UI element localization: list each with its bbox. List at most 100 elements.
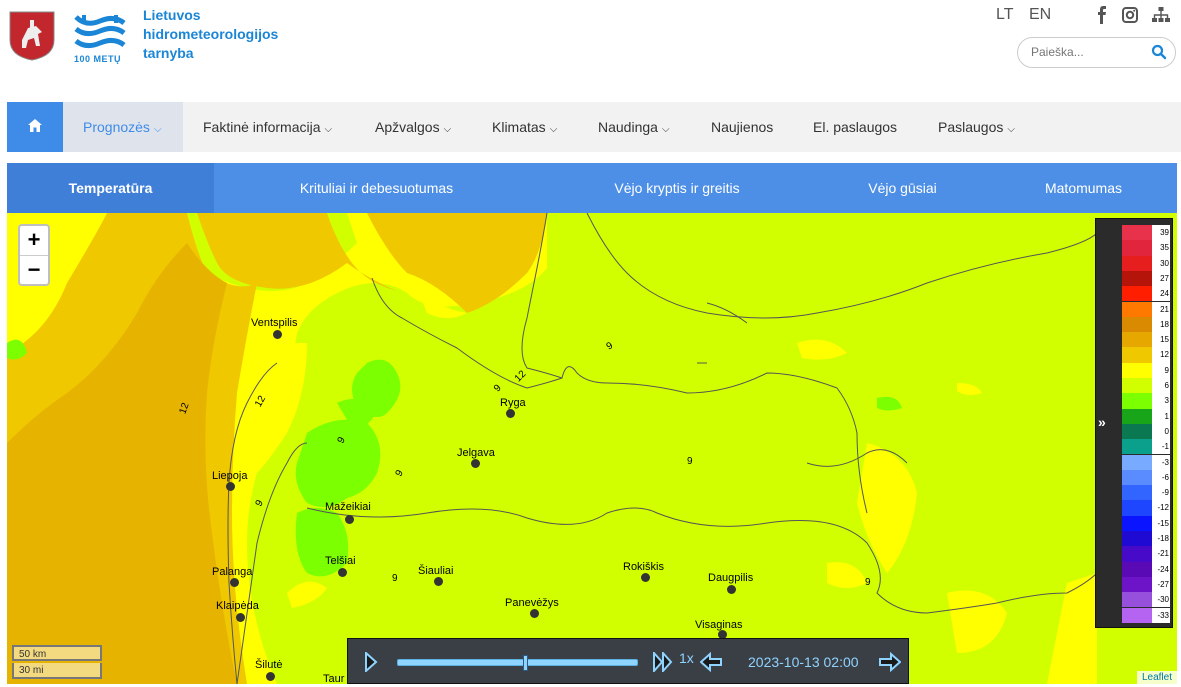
city-marker[interactable] [641, 573, 650, 582]
animation-player: 1x 2023-10-13 02:00 [347, 638, 909, 684]
tab-matomumas[interactable]: Matomumas [990, 163, 1177, 213]
scale-bar-mi: 30 mi [12, 663, 102, 679]
city-marker[interactable] [338, 568, 347, 577]
tab-temperatura[interactable]: Temperatūra [7, 163, 214, 213]
tab-vejo-kryptis[interactable]: Vėjo kryptis ir greitis [539, 163, 815, 213]
legend-swatch [1122, 408, 1152, 424]
nav-item-prognozes[interactable]: Prognozės ⌵ [63, 102, 183, 152]
legend-step: -6 [1122, 469, 1170, 486]
play-icon[interactable] [364, 652, 378, 672]
legend-swatch [1122, 240, 1152, 256]
scale-bar-km: 50 km [12, 645, 102, 661]
nav-item-apzvalgos[interactable]: Apžvalgos ⌵ [355, 102, 471, 152]
instagram-icon[interactable] [1122, 7, 1138, 23]
city-marker[interactable] [471, 459, 480, 468]
legend-step: -1 [1122, 439, 1170, 455]
city-label: Ventspilis [251, 317, 298, 329]
double-chevron-right-icon[interactable]: » [1098, 414, 1106, 430]
legend-value: -33 [1152, 607, 1170, 623]
search-box [1017, 37, 1176, 68]
search-input[interactable] [1031, 45, 1151, 59]
city-label: Visaginas [695, 619, 743, 631]
arrow-left-icon[interactable] [700, 652, 722, 672]
city-marker[interactable] [434, 577, 443, 586]
city-marker[interactable] [506, 409, 515, 418]
nav-item-paslaugos[interactable]: Paslaugos ⌵ [918, 102, 1035, 152]
legend-step: 12 [1122, 347, 1170, 363]
leaflet-attribution[interactable]: Leaflet [1136, 671, 1177, 684]
legend-value: 35 [1152, 240, 1170, 256]
zoom-out-button[interactable]: − [20, 255, 48, 284]
legend-swatch [1122, 301, 1152, 317]
nav-item-label: Naudinga [598, 119, 658, 135]
legend-swatch [1122, 546, 1152, 562]
zoom-control: + − [18, 224, 50, 286]
nav-item-label: Prognozės [83, 119, 150, 135]
legend-value: 12 [1152, 347, 1170, 363]
city-marker[interactable] [273, 330, 282, 339]
city-label: Palanga [212, 566, 253, 578]
sitemap-icon[interactable] [1152, 7, 1170, 23]
tab-vejo-gusiai[interactable]: Vėjo gūsiai [815, 163, 990, 213]
legend-value: 39 [1152, 225, 1170, 241]
legend-swatch [1122, 439, 1152, 455]
legend-step: 30 [1122, 255, 1170, 271]
legend-swatch [1122, 592, 1152, 608]
legend-swatch [1122, 393, 1152, 409]
lang-en-link[interactable]: EN [1029, 6, 1051, 24]
zoom-in-button[interactable]: + [20, 226, 48, 255]
lang-lt-link[interactable]: LT [996, 6, 1013, 24]
facebook-icon[interactable] [1096, 6, 1108, 24]
city-marker[interactable] [266, 672, 275, 681]
chevron-down-icon: ⌵ [443, 124, 452, 135]
coat-of-arms-icon[interactable] [8, 10, 56, 62]
legend-swatch [1122, 270, 1152, 287]
city-marker[interactable] [345, 515, 354, 524]
current-datetime: 2023-10-13 02:00 [748, 654, 859, 670]
legend-step: -9 [1122, 485, 1170, 501]
legend-swatch [1122, 515, 1152, 531]
legend-swatch [1122, 362, 1152, 378]
nav-item-label: El. paslaugos [813, 119, 898, 135]
legend-swatch [1122, 607, 1152, 623]
contour-label: 9 [687, 456, 693, 467]
tab-krituliai[interactable]: Krituliai ir debesuotumas [214, 163, 539, 213]
city-label: Taur [323, 673, 345, 684]
org-name[interactable]: Lietuvos hidrometeorologijos tarnyba [143, 6, 278, 63]
timeline-handle[interactable] [522, 655, 528, 671]
legend-step: -12 [1122, 500, 1170, 516]
org-name-line: Lietuvos [143, 7, 201, 23]
nav-item-faktine-informacija[interactable]: Faktinė informacija ⌵ [183, 102, 352, 152]
city-marker[interactable] [230, 578, 239, 587]
nav-home[interactable] [7, 102, 63, 152]
nav-item-el-paslaugos[interactable]: El. paslaugos [793, 102, 917, 152]
chevron-down-icon: ⌵ [153, 124, 162, 135]
fast-forward-icon[interactable] [652, 652, 674, 672]
nav-item-label: Naujienos [711, 119, 774, 135]
arrow-right-icon[interactable] [879, 652, 901, 672]
legend-value: 18 [1152, 316, 1170, 333]
legend-step: -3 [1122, 454, 1170, 470]
temperature-map[interactable]: + − Ventspilis Ryga Jelgava Liepoja Maže… [7, 213, 1177, 684]
temperature-legend: » 39 35 30 27 24 21 18 15 12 9 6 3 1 0 -1 -3 -6 -9 -12 -15-… [1095, 218, 1173, 628]
legend-step: 39 [1122, 225, 1170, 241]
city-marker[interactable] [226, 482, 235, 491]
main-nav: Prognozės ⌵ Faktinė informacija ⌵ Apžvalgo… [7, 102, 1181, 152]
nav-item-naudinga[interactable]: Naudinga ⌵ [578, 102, 690, 152]
temperature-field [7, 213, 1098, 684]
nav-item-naujienos[interactable]: Naujienos [691, 102, 793, 152]
speed-label[interactable]: 1x [679, 650, 694, 666]
legend-step: -27 [1122, 576, 1170, 593]
timeline-slider[interactable] [397, 655, 638, 671]
contour-label: 9 [865, 577, 871, 588]
legend-value: -9 [1152, 485, 1170, 501]
city-marker[interactable] [530, 609, 539, 618]
legend-step: 21 [1122, 301, 1170, 317]
search-icon[interactable] [1151, 44, 1167, 60]
city-label: Šiauliai [418, 565, 454, 577]
chevron-down-icon: ⌵ [549, 124, 558, 135]
city-marker[interactable] [727, 585, 736, 594]
nav-item-klimatas[interactable]: Klimatas ⌵ [472, 102, 577, 152]
legend-value: -30 [1152, 592, 1170, 608]
city-marker[interactable] [236, 613, 245, 622]
